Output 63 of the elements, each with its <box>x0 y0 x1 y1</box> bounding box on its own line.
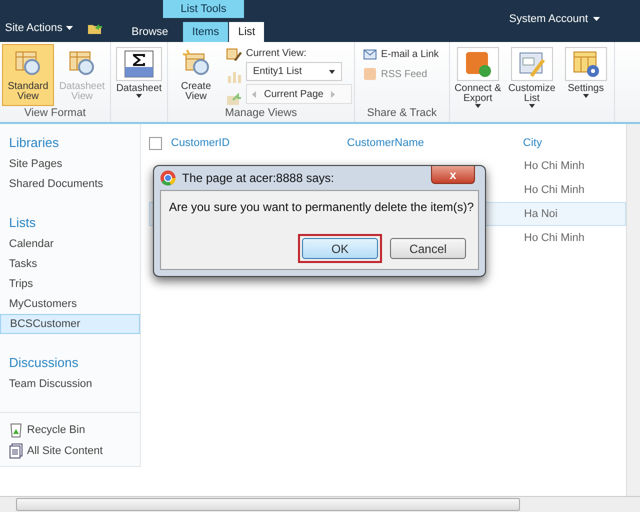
caret-icon <box>329 70 335 74</box>
sidebar-link[interactable]: All Site Content <box>0 442 112 460</box>
column-header[interactable]: CustomerID <box>171 137 347 149</box>
group-label: View Format <box>23 106 87 121</box>
envelope-icon <box>363 48 377 60</box>
sidebar-item[interactable]: Trips <box>0 274 140 294</box>
page-navigator[interactable]: Current Page <box>246 84 352 104</box>
sidebar-item[interactable]: Shared Documents <box>0 174 140 194</box>
user-menu[interactable]: System Account <box>509 13 600 25</box>
sidebar-item[interactable]: MyCustomers <box>0 294 140 314</box>
sidebar-heading[interactable]: Discussions <box>0 352 88 374</box>
pencil-grid-icon[interactable] <box>226 48 242 62</box>
sidebar-link[interactable]: Recycle Bin <box>0 421 94 439</box>
table-magnifier-icon <box>182 49 210 77</box>
sidebar-item[interactable]: Site Pages <box>0 154 140 174</box>
ribbon-button[interactable]: Standard View <box>2 44 54 106</box>
ribbon-tab[interactable]: Items <box>183 22 228 42</box>
ribbon-button[interactable]: Customize List <box>506 44 558 109</box>
ribbon-tab[interactable]: List <box>229 22 264 42</box>
caret-icon <box>593 17 600 21</box>
current-view-label: Current View: <box>246 48 308 59</box>
form-pencil-icon <box>518 50 546 78</box>
current-page-label: Current Page <box>264 88 324 100</box>
table-gear-icon <box>572 50 600 78</box>
site-actions-menu[interactable]: Site Actions <box>5 20 74 36</box>
ribbon-button[interactable]: Connect & Export <box>452 44 504 109</box>
ribbon-button[interactable]: Settings <box>560 44 612 109</box>
sidebar-item[interactable]: Tasks <box>0 254 140 274</box>
ribbon-tab[interactable]: Browse <box>117 22 182 42</box>
sidebar-item[interactable]: Calendar <box>0 234 140 254</box>
ribbon-link[interactable]: E-mail a Link <box>363 48 439 60</box>
right-arrow-icon <box>331 90 336 98</box>
sum-table-icon <box>123 49 155 79</box>
caret-icon <box>66 26 74 30</box>
ribbon-button[interactable]: Create View <box>170 44 222 106</box>
horizontal-scrollbar[interactable] <box>0 496 640 512</box>
export-icon[interactable] <box>226 92 242 106</box>
table-magnifier-icon <box>14 49 42 77</box>
dialog-title: The page at acer:8888 says: <box>182 171 334 185</box>
documents-icon <box>9 443 23 459</box>
group-label: Share & Track <box>366 106 438 121</box>
ribbon-button[interactable]: Datasheet <box>113 44 165 106</box>
sidebar-item[interactable]: BCSCustomer <box>0 314 140 334</box>
vertical-scrollbar[interactable] <box>626 124 640 496</box>
group-label: Manage Views <box>224 106 298 121</box>
left-arrow-icon <box>252 90 256 98</box>
dialog-button[interactable]: OK <box>302 238 378 259</box>
select-all-checkbox[interactable] <box>149 136 162 150</box>
dialog-button[interactable]: Cancel <box>390 238 466 259</box>
column-header[interactable]: City <box>523 137 623 149</box>
table-magnifier-icon <box>68 49 96 77</box>
sidebar-heading[interactable]: Libraries <box>0 132 68 154</box>
current-view-dropdown[interactable]: Entity1 List <box>246 62 342 81</box>
table-cell: Ha Noi <box>524 208 558 220</box>
browser-logo-icon <box>160 170 176 186</box>
sidebar-item[interactable]: Team Discussion <box>0 374 140 394</box>
rss-icon <box>363 68 377 80</box>
close-button[interactable]: x <box>431 166 475 184</box>
sidebar-heading[interactable]: Lists <box>0 212 45 234</box>
column-header[interactable]: CustomerName <box>347 137 523 149</box>
recycle-bin-icon <box>9 422 23 438</box>
contextual-tab-group: List Tools <box>163 0 244 18</box>
bar-chart-icon[interactable] <box>226 70 242 84</box>
